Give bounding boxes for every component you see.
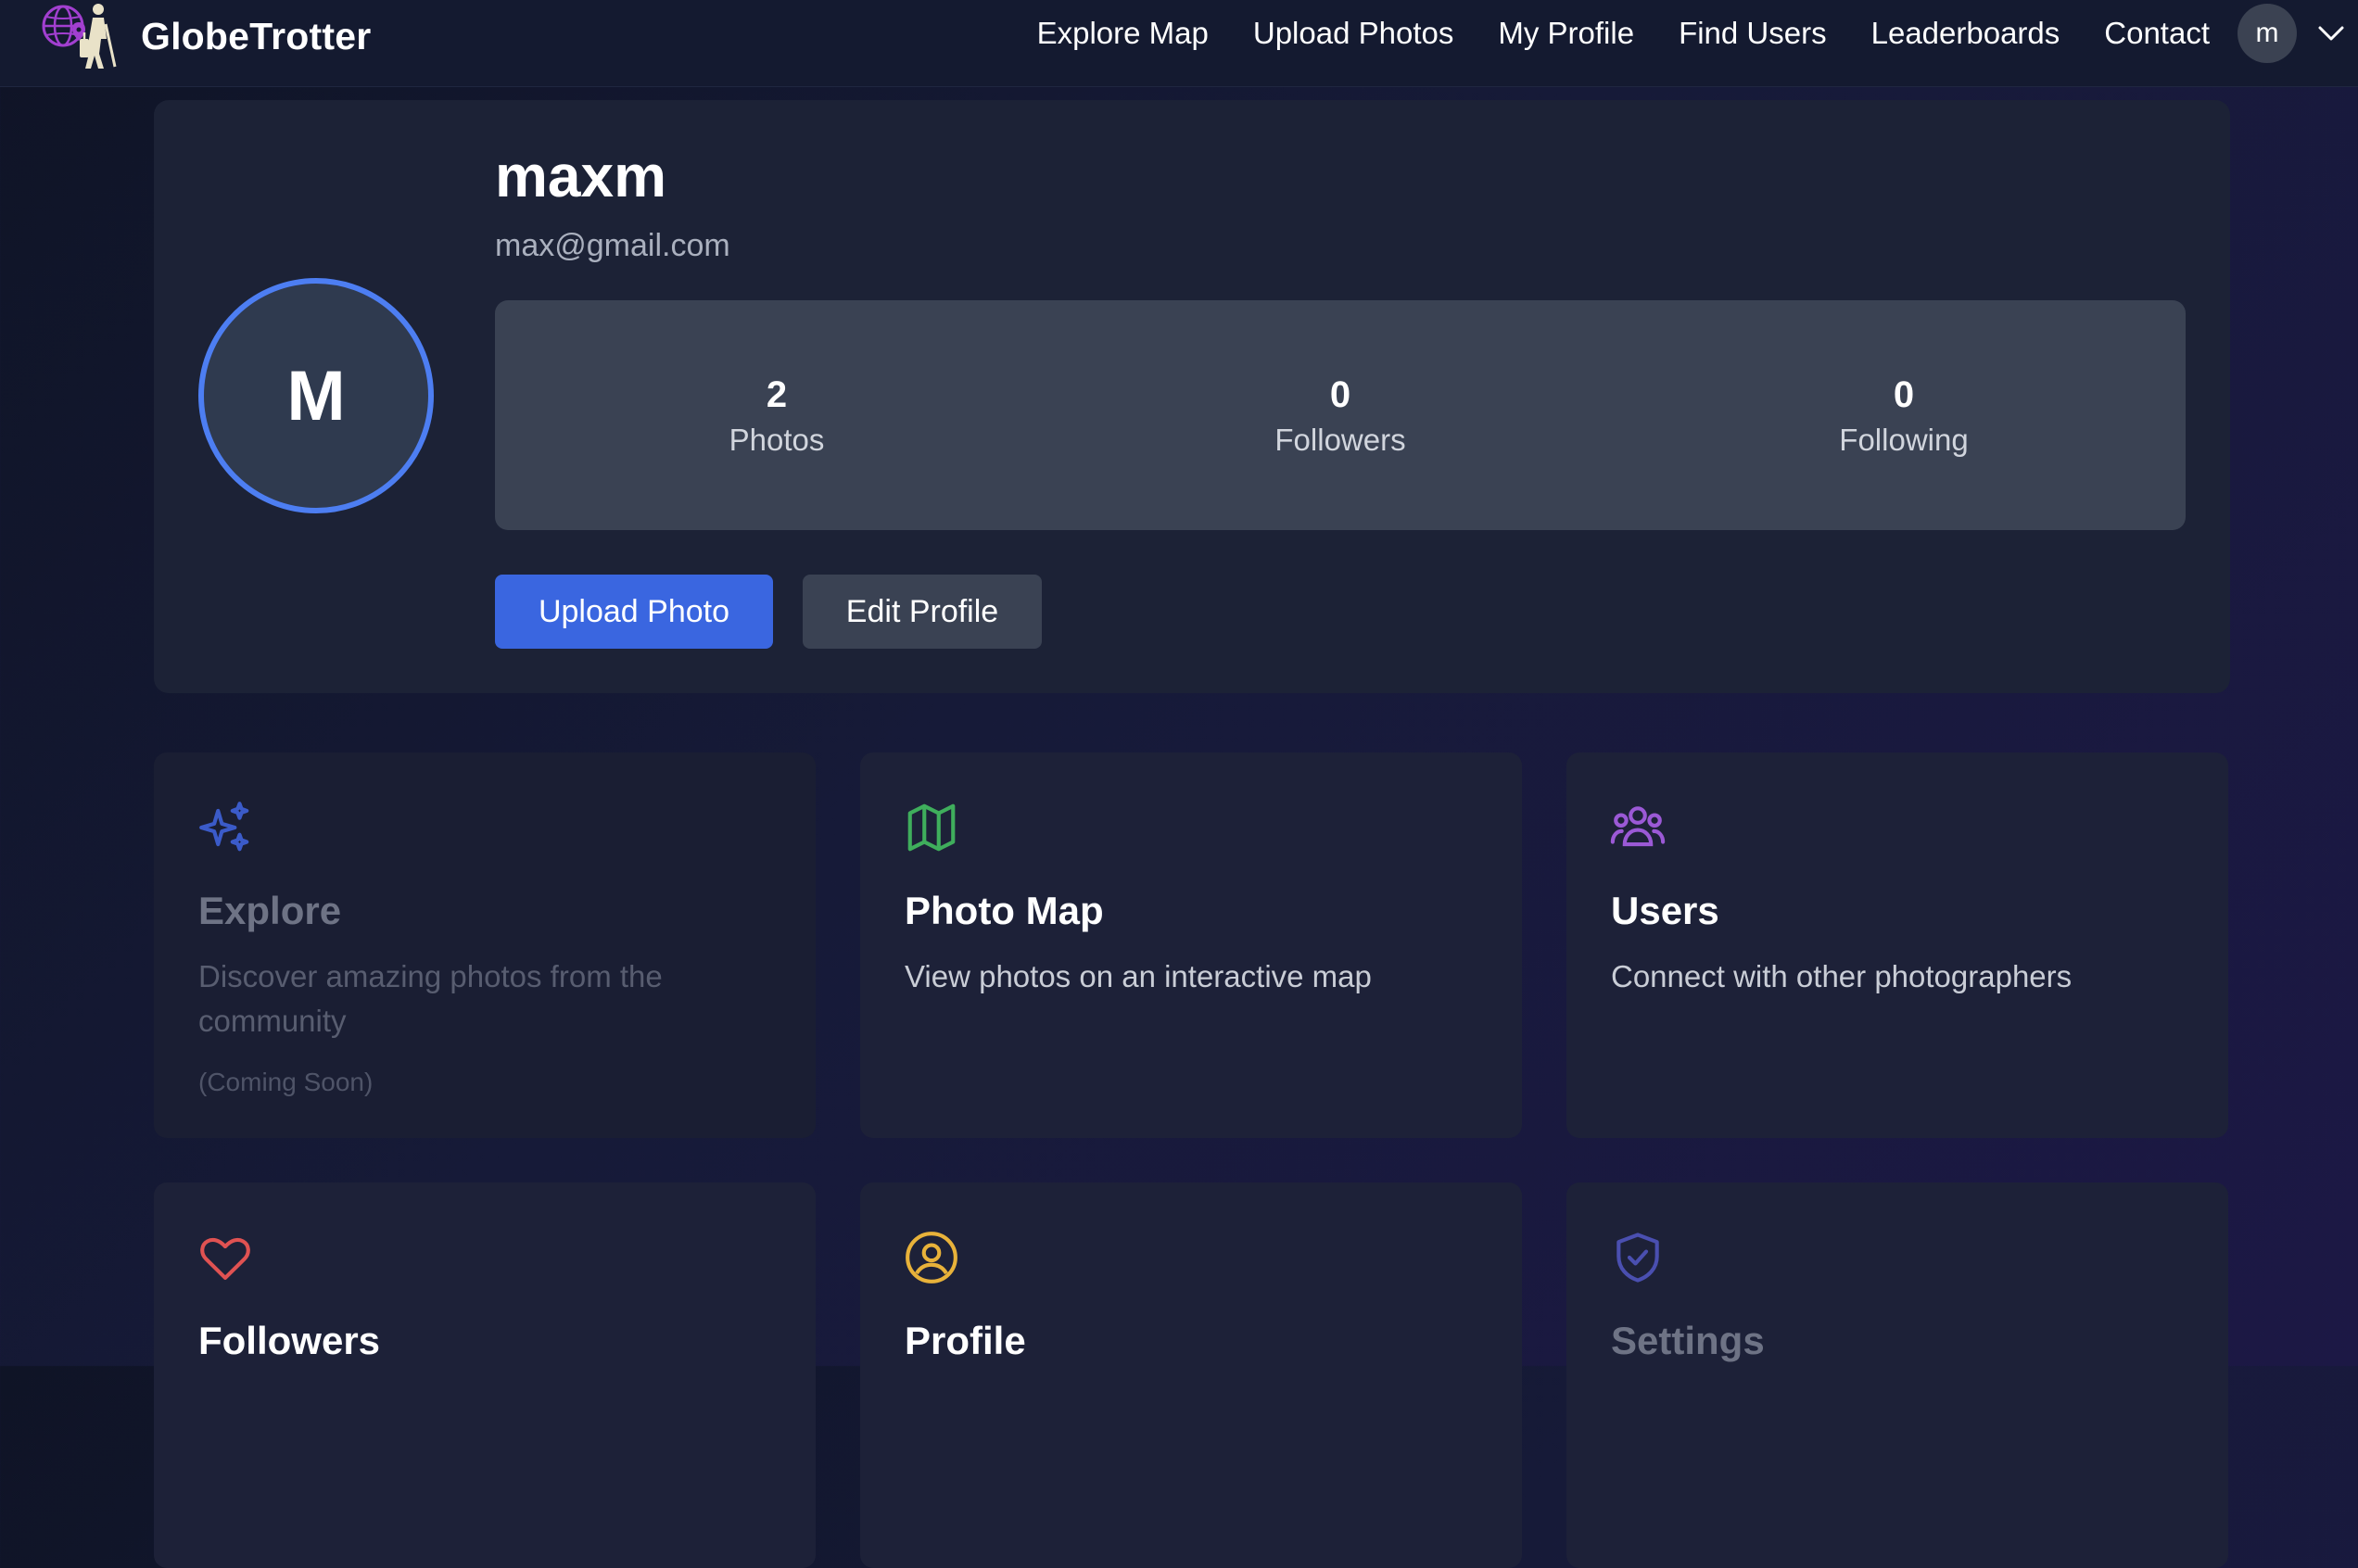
nav-link-explore-map[interactable]: Explore Map: [1037, 16, 1209, 51]
users-icon: [1610, 806, 1666, 847]
card-title: Photo Map: [905, 889, 1104, 932]
user-circle-icon: [906, 1232, 957, 1283]
user-menu-toggle[interactable]: m: [2238, 4, 2345, 63]
card-title: Followers: [198, 1319, 381, 1362]
brand-link[interactable]: GlobeTrotter: [37, 0, 371, 72]
stat-label: Following: [1839, 423, 1969, 457]
stat-value: 0: [1893, 374, 1915, 415]
nav-link-upload-photos[interactable]: Upload Photos: [1253, 16, 1453, 51]
feature-card-users[interactable]: Users Connect with other photographers: [1566, 752, 2228, 1138]
stat-label: Followers: [1274, 423, 1406, 457]
coming-soon-note: (Coming Soon): [198, 1068, 374, 1096]
globetrotter-logo-icon: [42, 4, 117, 69]
stat-label: Photos: [729, 423, 825, 457]
shield-check-icon: [1616, 1233, 1659, 1283]
card-description: View photos on an interactive map: [905, 959, 1372, 993]
card-title: Profile: [905, 1319, 1026, 1362]
stat-following: 0 Following: [1622, 300, 2186, 530]
profile-username: maxm: [495, 143, 666, 209]
stat-value: 0: [1329, 374, 1351, 415]
sparkles-icon: [199, 802, 249, 852]
nav-link-find-users[interactable]: Find Users: [1679, 16, 1827, 51]
edit-profile-button[interactable]: Edit Profile: [803, 575, 1042, 649]
card-title: Explore: [198, 889, 342, 932]
stat-photos: 2 Photos: [495, 300, 1059, 530]
chevron-down-icon: [2318, 26, 2344, 41]
profile-card: M maxm max@gmail.com 2 Photos 0 Follower…: [154, 100, 2230, 693]
feature-card-photo-map[interactable]: Photo Map View photos on an interactive …: [860, 752, 1522, 1138]
brand-name: GlobeTrotter: [141, 14, 372, 57]
navbar: GlobeTrotter Explore Map Upload Photos M…: [0, 0, 2358, 87]
nav-link-contact[interactable]: Contact: [2104, 16, 2210, 51]
card-description: Discover amazing photos from the communi…: [198, 959, 663, 1038]
feature-card-followers[interactable]: Followers: [154, 1182, 816, 1568]
profile-stats: 2 Photos 0 Followers 0 Following: [495, 300, 2186, 530]
nav-link-leaderboards[interactable]: Leaderboards: [1871, 16, 2060, 51]
nav-links: Explore Map Upload Photos My Profile Fin…: [1037, 0, 2210, 67]
feature-card-profile[interactable]: Profile: [860, 1182, 1522, 1568]
nav-link-my-profile[interactable]: My Profile: [1498, 16, 1634, 51]
nav-avatar: m: [2238, 4, 2297, 63]
stat-followers: 0 Followers: [1059, 300, 1622, 530]
profile-avatar: M: [198, 278, 434, 513]
card-title: Users: [1611, 889, 1719, 932]
feature-card-explore[interactable]: Explore Discover amazing photos from the…: [154, 752, 816, 1138]
profile-email: max@gmail.com: [495, 228, 730, 263]
feature-card-settings[interactable]: Settings: [1566, 1182, 2228, 1568]
card-title: Settings: [1611, 1319, 1765, 1362]
heart-icon: [200, 1237, 250, 1281]
map-icon: [907, 803, 956, 852]
stat-value: 2: [766, 374, 788, 415]
card-description: Connect with other photographers: [1611, 959, 2073, 993]
upload-photo-button[interactable]: Upload Photo: [495, 575, 773, 649]
